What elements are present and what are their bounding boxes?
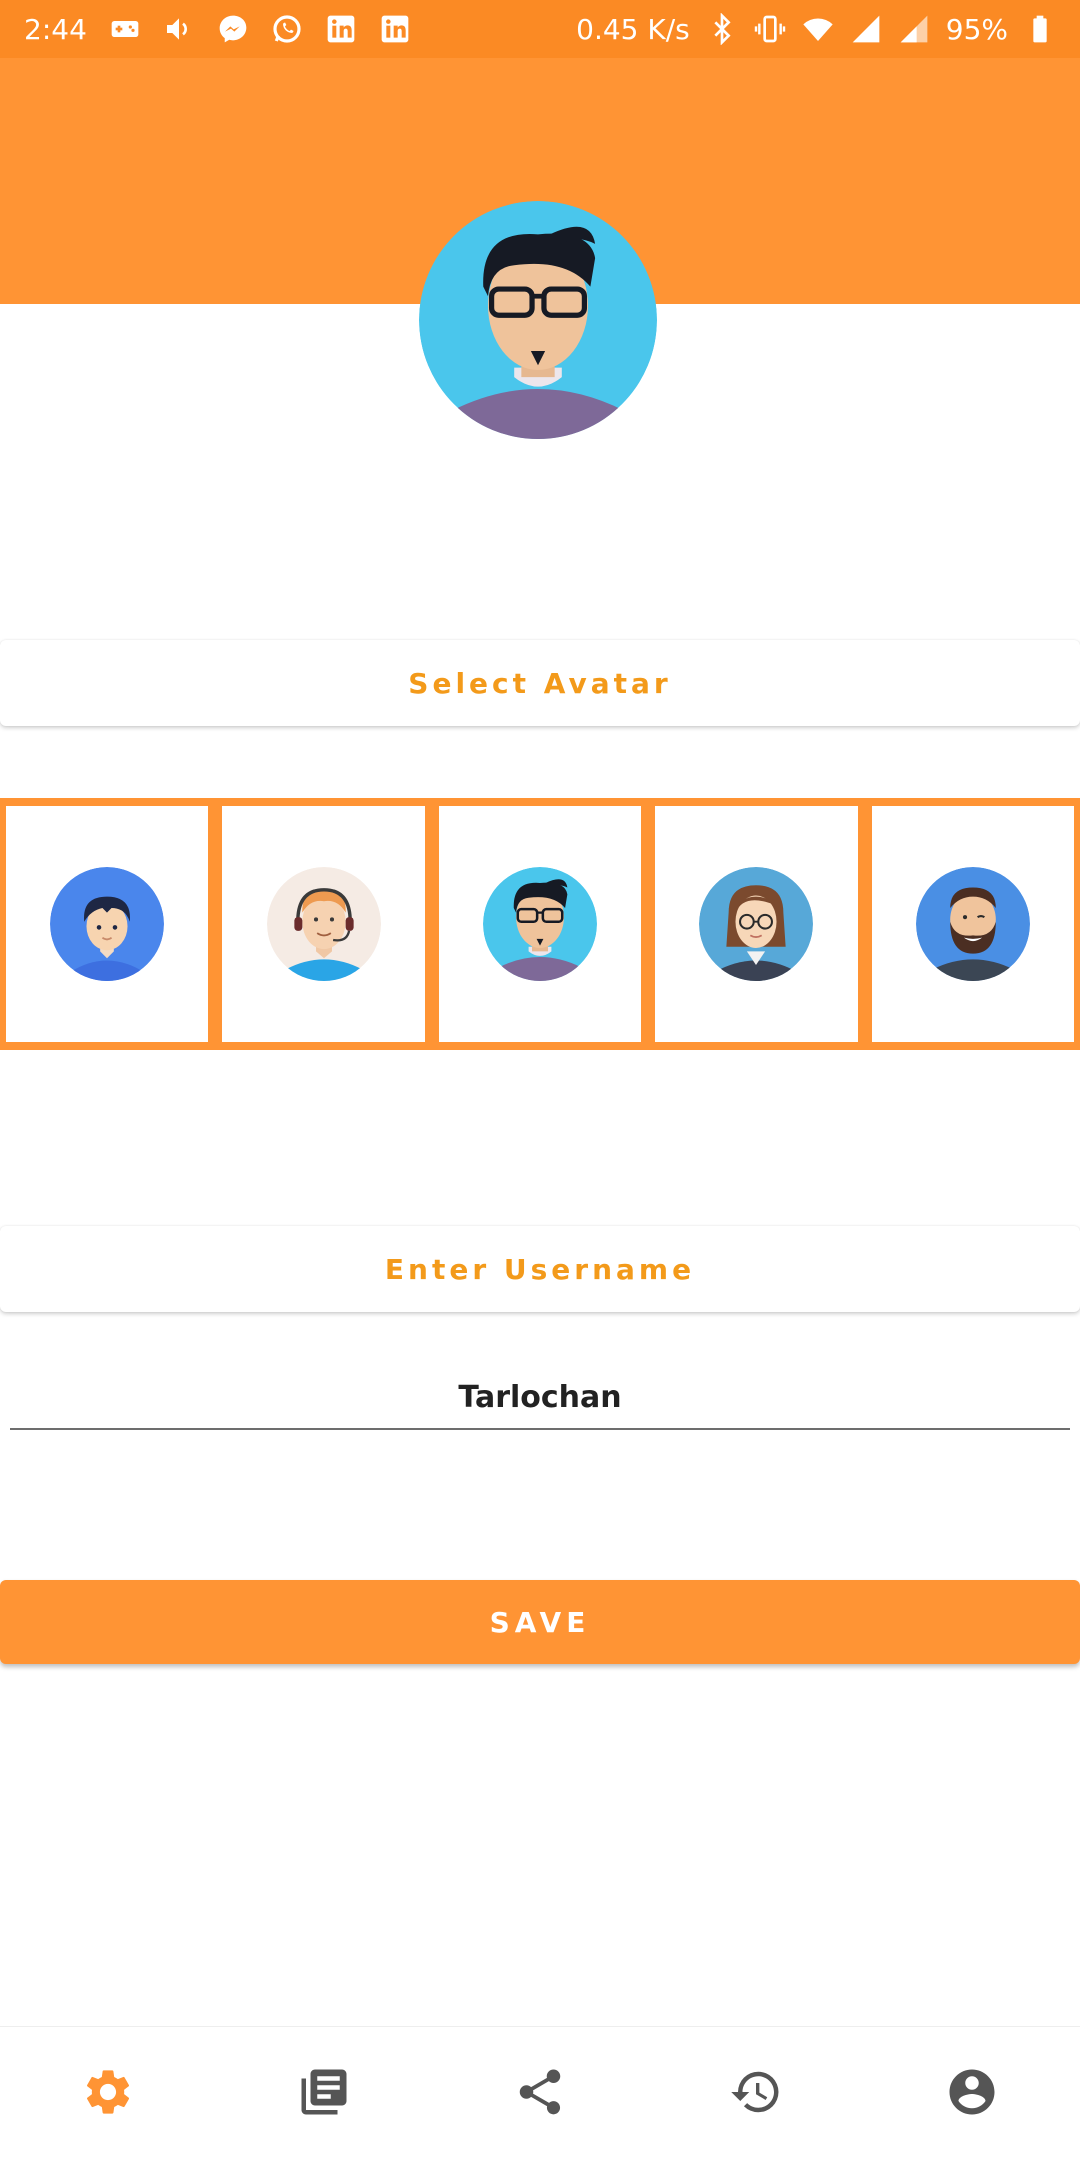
battery-icon: [1024, 13, 1056, 45]
nav-history[interactable]: [696, 2044, 816, 2144]
enter-username-label: Enter Username: [0, 1226, 1080, 1312]
avatar-picker: [0, 798, 1080, 1050]
battery-percent: 95%: [945, 12, 1008, 46]
messenger-icon: [217, 13, 249, 45]
status-time: 2:44: [24, 12, 87, 46]
linkedin-icon: [379, 13, 411, 45]
signal-icon: [850, 13, 882, 45]
select-avatar-label: Select Avatar: [0, 640, 1080, 726]
status-right: 0.45 K/s 95%: [576, 13, 1056, 46]
gamepad-icon: [109, 13, 141, 45]
status-bar: 2:44 0.45 K/s 95%: [0, 0, 1080, 58]
volume-icon: [163, 13, 195, 45]
nav-share[interactable]: [480, 2044, 600, 2144]
nav-settings[interactable]: [48, 2044, 168, 2144]
whatsapp-icon: [271, 13, 303, 45]
save-button[interactable]: SAVE: [0, 1580, 1080, 1664]
articles-icon: [297, 2065, 351, 2123]
nav-account[interactable]: [912, 2044, 1032, 2144]
avatar-option-woman-glasses[interactable]: [655, 806, 858, 1042]
avatar-option-bearded-man[interactable]: [871, 806, 1075, 1042]
network-speed: 0.45 K/s: [576, 12, 690, 46]
avatar-boy-image: [50, 867, 165, 981]
history-icon: [729, 2065, 783, 2123]
status-left: 2:44: [24, 13, 411, 46]
bottom-navigation: [0, 2026, 1080, 2160]
wifi-icon: [802, 13, 834, 45]
account-icon: [945, 2065, 999, 2123]
bluetooth-icon: [706, 13, 738, 45]
signal-icon: [898, 13, 930, 45]
avatar-woman-glasses-image: [699, 867, 814, 981]
linkedin-icon: [325, 13, 357, 45]
vibrate-icon: [754, 13, 786, 45]
nav-articles[interactable]: [264, 2044, 384, 2144]
settings-icon: [81, 2065, 135, 2123]
selected-avatar-image: [419, 201, 657, 439]
username-input[interactable]: [10, 1366, 1070, 1430]
avatar-option-headset-man[interactable]: [222, 806, 425, 1042]
avatar-headset-man-image: [266, 867, 381, 981]
avatar-bearded-man-image: [915, 867, 1030, 981]
avatar-glasses-man-image: [483, 867, 598, 981]
avatar-option-boy[interactable]: [6, 806, 209, 1042]
share-icon: [513, 2065, 567, 2123]
avatar-option-glasses-man[interactable]: [438, 806, 642, 1042]
